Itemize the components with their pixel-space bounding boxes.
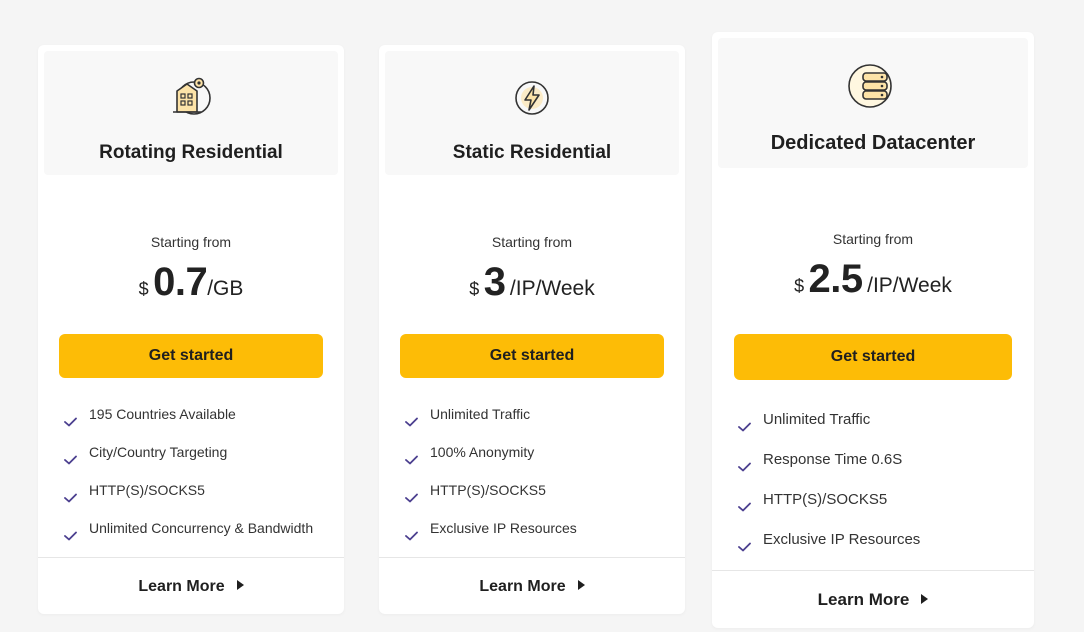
learn-more-label: Learn More — [479, 578, 566, 595]
feature-text: City/Country Targeting — [89, 444, 228, 460]
check-icon — [738, 456, 751, 480]
starting-from-label: Starting from — [150, 234, 232, 250]
check-icon — [405, 411, 418, 433]
check-icon — [738, 416, 751, 440]
feature-item: Exclusive IP Resources — [405, 517, 675, 555]
feature-text: HTTP(S)/SOCKS5 — [763, 491, 888, 508]
check-icon — [405, 487, 418, 509]
currency-symbol: $ — [138, 279, 149, 299]
feature-item: Response Time 0.6S — [738, 448, 1024, 488]
price-unit: /IP/Week — [867, 274, 952, 297]
learn-more-label: Learn More — [817, 590, 910, 609]
feature-list: Unlimited Traffic Response Time 0.6S HTT… — [738, 408, 1024, 568]
get-started-button[interactable]: Get started — [400, 334, 664, 378]
card-header: Rotating Residential — [44, 51, 338, 175]
price: $ 2.5 /IP/Week — [712, 257, 1034, 302]
divider — [38, 557, 344, 558]
currency-symbol: $ — [794, 276, 805, 296]
check-icon — [64, 525, 77, 547]
feature-text: Unlimited Traffic — [763, 411, 871, 428]
feature-item: Unlimited Traffic — [405, 403, 675, 441]
currency-symbol: $ — [469, 279, 480, 299]
pricing-card-dedicated-datacenter: Dedicated Datacenter Starting from $ 2.5… — [712, 32, 1034, 628]
feature-item: Exclusive IP Resources — [738, 528, 1024, 568]
feature-text: HTTP(S)/SOCKS5 — [430, 482, 546, 498]
divider — [379, 557, 685, 558]
price-unit: /IP/Week — [509, 277, 595, 300]
caret-right-icon — [921, 594, 929, 604]
check-icon — [405, 525, 418, 547]
check-icon — [738, 536, 751, 560]
price: $ 0.7/GB — [38, 260, 344, 305]
feature-item: 195 Countries Available — [64, 403, 334, 441]
server-stack-icon — [846, 62, 900, 115]
card-title: Rotating Residential — [99, 142, 283, 163]
feature-item: HTTP(S)/SOCKS5 — [64, 479, 334, 517]
feature-item: Unlimited Concurrency & Bandwidth — [64, 517, 334, 555]
feature-list: 195 Countries Available City/Country Tar… — [64, 403, 334, 555]
card-title: Static Residential — [452, 142, 612, 163]
pricing-card-rotating-residential: Rotating Residential Starting from $ 0.7… — [38, 45, 344, 614]
feature-item: City/Country Targeting — [64, 441, 334, 479]
price-value: 3 — [483, 260, 506, 304]
feature-item: HTTP(S)/SOCKS5 — [405, 479, 675, 517]
get-started-button[interactable]: Get started — [59, 334, 323, 378]
feature-text: HTTP(S)/SOCKS5 — [89, 482, 205, 498]
feature-item: 100% Anonymity — [405, 441, 675, 479]
learn-more-link[interactable]: Learn More — [38, 578, 344, 596]
divider — [712, 570, 1034, 571]
caret-right-icon — [577, 580, 585, 590]
learn-more-label: Learn More — [138, 578, 225, 595]
check-icon — [64, 449, 77, 471]
learn-more-link[interactable]: Learn More — [379, 578, 685, 596]
get-started-button[interactable]: Get started — [734, 334, 1012, 380]
card-header: Dedicated Datacenter — [718, 38, 1028, 168]
feature-list: Unlimited Traffic 100% Anonymity HTTP(S)… — [405, 403, 675, 555]
check-icon — [738, 496, 751, 520]
check-icon — [405, 449, 418, 471]
feature-text: Unlimited Concurrency & Bandwidth — [89, 520, 314, 536]
price-unit: /GB — [207, 277, 244, 300]
price-value: 2.5 — [808, 257, 864, 301]
feature-text: 100% Anonymity — [430, 444, 535, 460]
pricing-card-static-residential: Static Residential Starting from $ 3 /IP… — [379, 45, 685, 614]
feature-text: Exclusive IP Resources — [763, 531, 921, 548]
starting-from-label: Starting from — [491, 234, 573, 250]
caret-right-icon — [236, 580, 244, 590]
feature-item: Unlimited Traffic — [738, 408, 1024, 448]
feature-text: 195 Countries Available — [89, 406, 236, 422]
check-icon — [64, 487, 77, 509]
residential-building-location-icon — [167, 76, 215, 123]
feature-text: Exclusive IP Resources — [430, 520, 577, 536]
feature-text: Unlimited Traffic — [430, 406, 531, 422]
lightning-bolt-icon — [512, 78, 552, 123]
starting-from-label: Starting from — [832, 231, 914, 247]
feature-text: Response Time 0.6S — [763, 451, 903, 468]
card-title: Dedicated Datacenter — [770, 132, 976, 154]
price-value: 0.7 — [153, 260, 208, 304]
card-header: Static Residential — [385, 51, 679, 175]
learn-more-link[interactable]: Learn More — [712, 590, 1034, 610]
check-icon — [64, 411, 77, 433]
price: $ 3 /IP/Week — [379, 260, 685, 305]
feature-item: HTTP(S)/SOCKS5 — [738, 488, 1024, 528]
